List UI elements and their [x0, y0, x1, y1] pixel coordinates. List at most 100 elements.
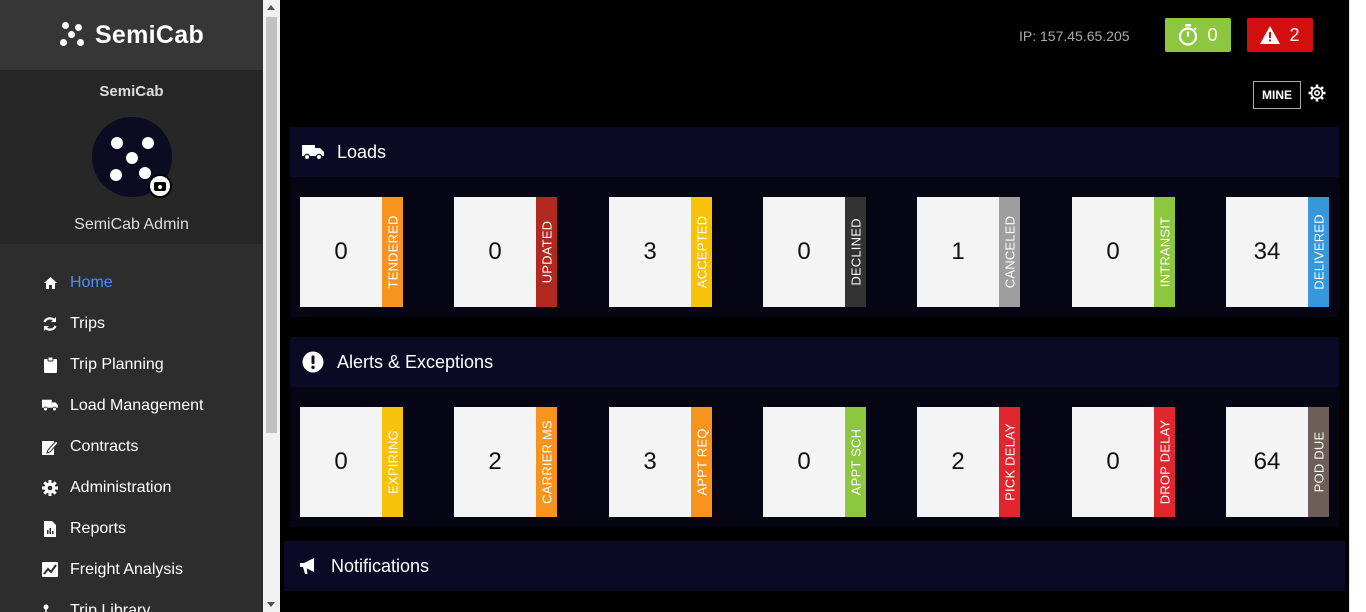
status-card-intransit[interactable]: 0 INTRANSIT	[1072, 197, 1175, 307]
status-card-delivered[interactable]: 34 DELIVERED	[1226, 197, 1329, 307]
card-label: POD DUE	[1311, 431, 1326, 493]
card-label: TENDERED	[385, 215, 400, 289]
status-card-appt-sch[interactable]: 0 APPT SCH	[763, 407, 866, 517]
card-value: 64	[1253, 448, 1281, 475]
alerts-title: Alerts & Exceptions	[337, 351, 494, 372]
sidebar-item-home[interactable]: Home	[0, 262, 263, 303]
card-value: 2	[488, 448, 502, 475]
card-label-strip: TENDERED	[382, 197, 403, 307]
truck-icon	[302, 141, 324, 163]
megaphone-icon	[300, 558, 314, 574]
notifications-header[interactable]: Notifications	[284, 541, 1345, 591]
status-card-drop-delay[interactable]: 0 DROP DELAY	[1072, 407, 1175, 517]
sidebar-item-label: Contracts	[70, 437, 139, 455]
admin-name: SemiCab Admin	[74, 216, 189, 233]
status-card-pick-delay[interactable]: 2 PICK DELAY	[917, 407, 1020, 517]
org-name: SemiCab	[99, 83, 164, 100]
card-label-strip: CANCELED	[999, 197, 1020, 307]
scrollbar-thumb[interactable]	[266, 17, 277, 433]
card-value: 1	[951, 238, 965, 265]
card-value: 0	[1106, 238, 1120, 265]
card-label: DROP DELAY	[1157, 419, 1172, 505]
settings-gear-icon[interactable]	[1308, 84, 1326, 102]
stopwatch-icon	[1179, 24, 1198, 46]
card-label-strip: DECLINED	[845, 197, 866, 307]
card-label: INTRANSIT	[1157, 216, 1172, 288]
truck-icon	[42, 398, 58, 414]
card-label-strip: EXPIRING	[382, 407, 403, 517]
mine-filter-button[interactable]: MINE	[1253, 81, 1301, 109]
card-value: 3	[643, 238, 657, 265]
card-label: PICK DELAY	[1002, 423, 1017, 501]
card-value: 34	[1253, 238, 1281, 265]
camera-icon[interactable]	[148, 174, 172, 198]
sidebar-item-trip-planning[interactable]: Trip Planning	[0, 344, 263, 385]
card-label: EXPIRING	[385, 430, 400, 494]
sidebar-item-label: Trip Library	[70, 601, 151, 612]
card-label: CARRIER MS	[539, 420, 554, 504]
sidebar-item-trips[interactable]: Trips	[0, 303, 263, 344]
sidebar-item-freight-analysis[interactable]: Freight Analysis	[0, 549, 263, 590]
scroll-down-icon[interactable]	[267, 602, 275, 607]
status-card-expiring[interactable]: 0 EXPIRING	[300, 407, 403, 517]
edit-icon	[42, 439, 58, 455]
home-icon	[42, 275, 58, 291]
card-label-strip: CARRIER MS	[536, 407, 557, 517]
status-card-appt-req[interactable]: 3 APPT REQ	[609, 407, 712, 517]
sidebar-nav: Home Trips Trip Planning Load Management	[0, 262, 263, 612]
alert-badge[interactable]: 2	[1247, 18, 1313, 52]
sidebar-item-load-management[interactable]: Load Management	[0, 385, 263, 426]
card-label: CANCELED	[1002, 215, 1017, 289]
sidebar-item-label: Freight Analysis	[70, 560, 183, 578]
sidebar-scrollbar[interactable]	[263, 0, 280, 612]
card-value: 0	[797, 448, 811, 475]
sidebar-item-label: Reports	[70, 519, 127, 537]
sidebar-item-reports[interactable]: Reports	[0, 508, 263, 549]
brand-name: SemiCab	[94, 20, 205, 49]
semicab-logo-icon	[59, 22, 85, 48]
chart-icon	[42, 562, 58, 578]
alert-count: 2	[1289, 24, 1300, 45]
status-card-updated[interactable]: 0 UPDATED	[454, 197, 557, 307]
timer-badge[interactable]: 0	[1165, 18, 1231, 52]
card-label-strip: DROP DELAY	[1154, 407, 1175, 517]
brand-header[interactable]: SemiCab	[0, 0, 263, 70]
sidebar-item-label: Load Management	[70, 396, 204, 414]
status-card-canceled[interactable]: 1 CANCELED	[917, 197, 1020, 307]
card-value: 0	[334, 238, 348, 265]
status-card-accepted[interactable]: 3 ACCEPTED	[609, 197, 712, 307]
card-label-strip: UPDATED	[536, 197, 557, 307]
clipboard-icon	[42, 356, 58, 373]
card-value: 0	[1106, 448, 1120, 475]
alerts-header: Alerts & Exceptions	[290, 337, 1339, 387]
loads-cards: 0 TENDERED 0 UPDATED 3 ACCEPTED 0 DECLINED 1 CANC…	[290, 177, 1339, 317]
card-label-strip: INTRANSIT	[1154, 197, 1175, 307]
main-scrollbar[interactable]	[1349, 0, 1366, 612]
card-value: 0	[334, 448, 348, 475]
sidebar-item-contracts[interactable]: Contracts	[0, 426, 263, 467]
warning-icon	[1260, 26, 1281, 44]
sidebar-item-label: Home	[70, 273, 113, 291]
sidebar-item-label: Trip Planning	[70, 355, 164, 373]
sidebar-item-trip-library[interactable]: Trip Library	[0, 590, 263, 612]
sidebar-item-label: Trips	[70, 314, 105, 332]
card-label: ACCEPTED	[694, 215, 709, 289]
status-card-tendered[interactable]: 0 TENDERED	[300, 197, 403, 307]
profile-section: SemiCab SemiCab Admin	[0, 70, 263, 244]
loads-header: Loads	[290, 127, 1339, 177]
notifications-title: Notifications	[331, 555, 430, 576]
scroll-up-icon[interactable]	[267, 5, 275, 10]
card-label-strip: PICK DELAY	[999, 407, 1020, 517]
sidebar-item-label: Administration	[70, 478, 172, 496]
status-card-declined[interactable]: 0 DECLINED	[763, 197, 866, 307]
alerts-panel: Alerts & Exceptions 0 EXPIRING 2 CARRIER MS…	[290, 337, 1339, 527]
loads-panel: Loads 0 TENDERED 0 UPDATED 3 ACCEPTED 0 DECLINE…	[290, 127, 1339, 317]
card-value: 2	[951, 448, 965, 475]
card-value: 0	[797, 238, 811, 265]
sidebar-item-administration[interactable]: Administration	[0, 467, 263, 508]
report-icon	[42, 520, 58, 537]
ip-address: IP: 157.45.65.205	[1019, 28, 1130, 44]
status-card-carrier-ms[interactable]: 2 CARRIER MS	[454, 407, 557, 517]
exclamation-circle-icon	[302, 351, 324, 373]
status-card-pod-due[interactable]: 64 POD DUE	[1226, 407, 1329, 517]
